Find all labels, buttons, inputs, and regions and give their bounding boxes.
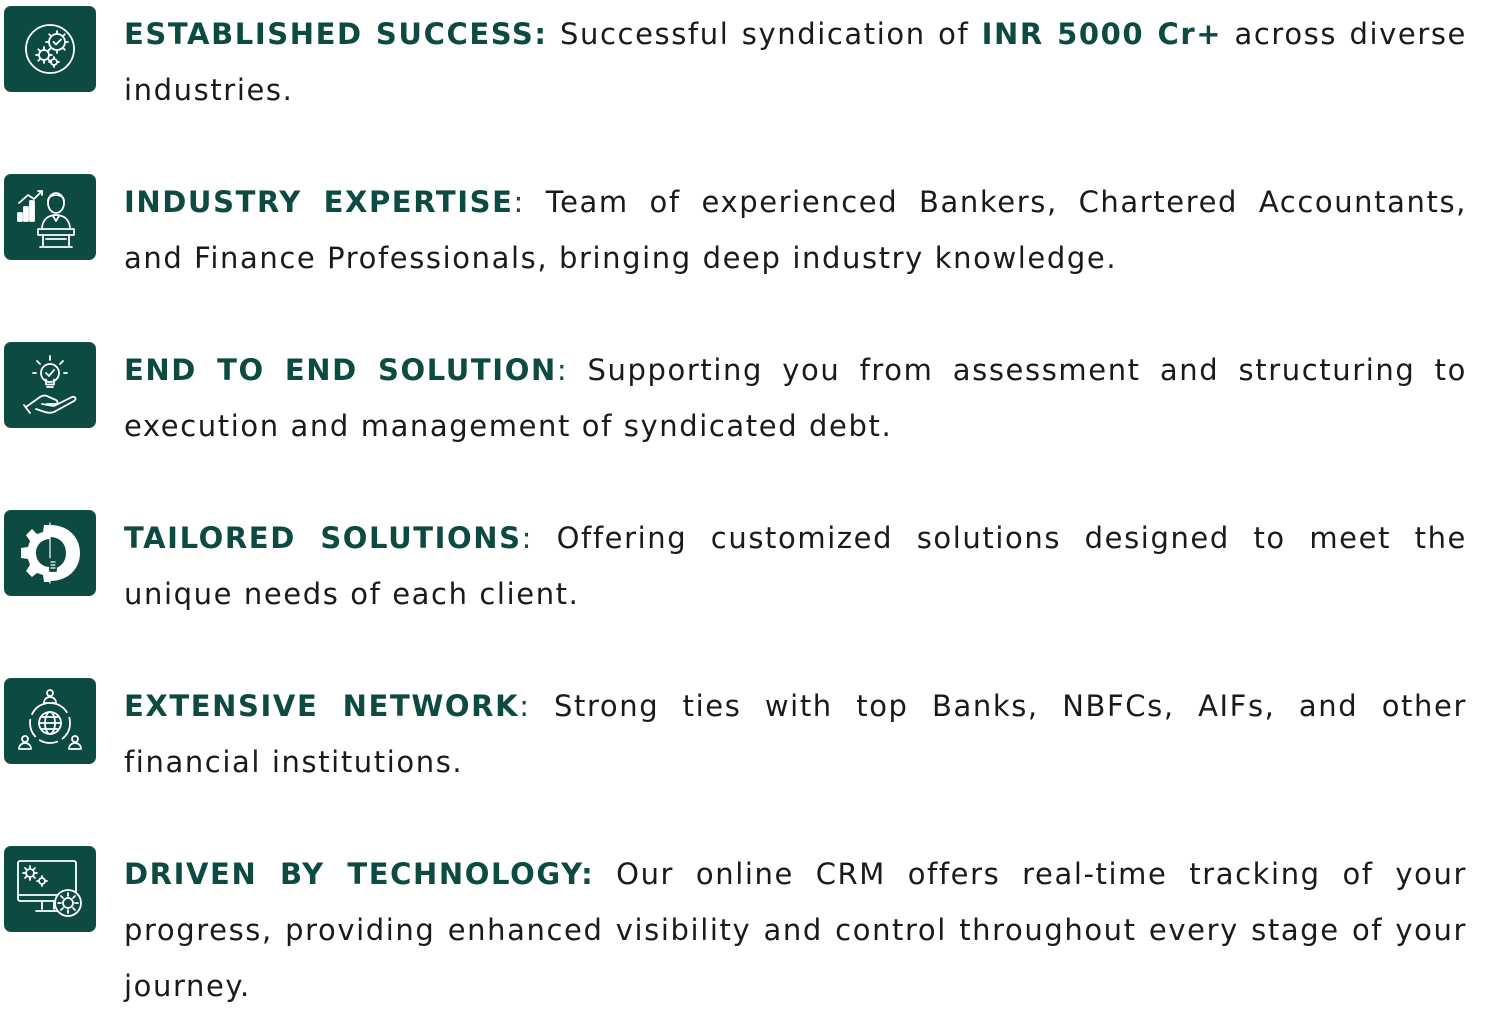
feature-separator: : (519, 689, 531, 723)
feature-heading: END TO END SOLUTION (124, 353, 557, 387)
feature-heading: DRIVEN BY TECHNOLOGY: (124, 857, 595, 891)
feature-text: EXTENSIVE NETWORK: Strong ties with top … (124, 678, 1467, 790)
businessman-podium-icon (4, 174, 96, 260)
lightbulb-hand-icon (4, 342, 96, 428)
feature-heading: TAILORED SOLUTIONS (124, 521, 522, 555)
feature-text: INDUSTRY EXPERTISE: Team of experienced … (124, 174, 1467, 286)
gears-check-icon (4, 6, 96, 92)
feature-text: DRIVEN BY TECHNOLOGY: Our online CRM off… (124, 846, 1467, 1014)
feature-body: Successful syndication of (547, 17, 982, 51)
feature-text: ESTABLISHED SUCCESS: Successful syndicat… (124, 6, 1467, 118)
globe-network-icon (4, 678, 96, 764)
feature-heading: ESTABLISHED SUCCESS: (124, 17, 548, 51)
feature-separator: : (521, 521, 534, 555)
gear-bulb-icon (4, 510, 96, 596)
feature-highlight: INR 5000 Cr+ (981, 17, 1223, 51)
monitor-gears-icon (4, 846, 96, 932)
feature-heading: EXTENSIVE NETWORK (124, 689, 520, 723)
feature-text: END TO END SOLUTION: Supporting you from… (124, 342, 1467, 454)
feature-heading: INDUSTRY EXPERTISE (124, 185, 514, 219)
feature-separator: : (513, 185, 525, 219)
feature-separator: : (556, 353, 569, 387)
feature-text: TAILORED SOLUTIONS: Offering customized … (124, 510, 1467, 622)
